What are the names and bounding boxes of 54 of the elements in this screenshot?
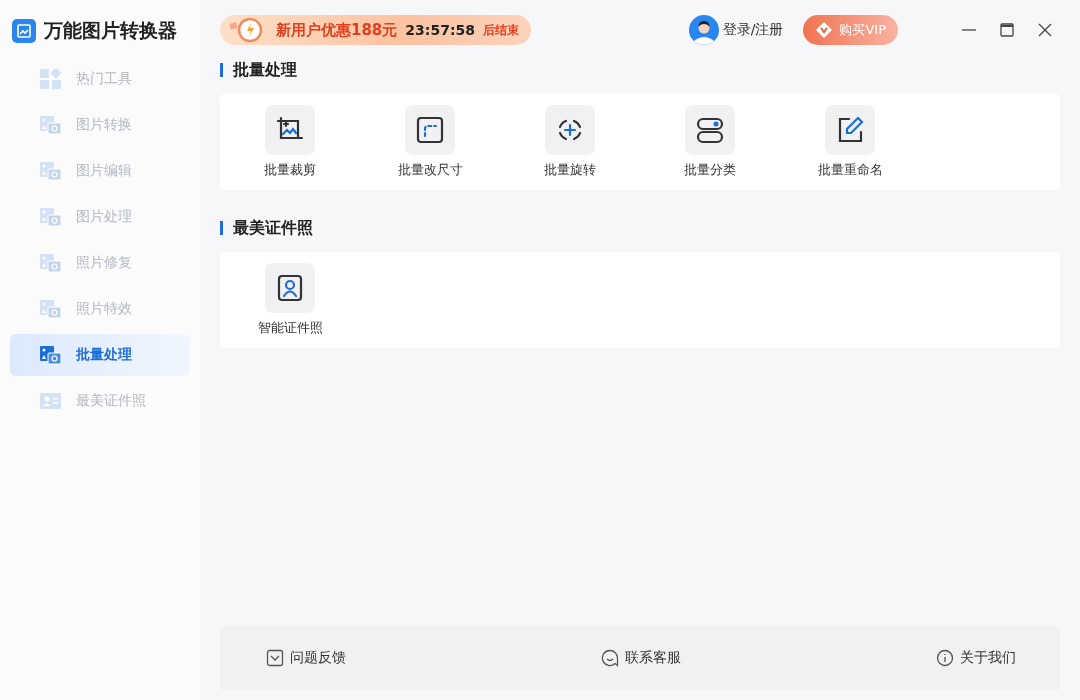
tool-item[interactable]: 批量旋转 [500, 94, 640, 190]
image-icon [40, 299, 62, 319]
app-logo-icon [12, 19, 36, 43]
tool-label: 批量分类 [684, 161, 736, 179]
close-icon [1037, 22, 1053, 38]
image-icon [40, 207, 62, 227]
tool-item[interactable]: 批量改尺寸 [360, 94, 500, 190]
section-title: 最美证件照 [233, 217, 313, 239]
app-title: 万能图片转换器 [44, 18, 177, 43]
footer-link[interactable]: 联系客服 [601, 649, 681, 667]
mail-icon [266, 649, 284, 667]
section-marker [220, 221, 223, 235]
image-icon [40, 253, 62, 273]
tool-item[interactable]: 批量分类 [640, 94, 780, 190]
avatar-icon [688, 15, 719, 45]
image-icon [40, 115, 62, 135]
sidebar-item-label: 图片编辑 [76, 162, 132, 180]
tool-item[interactable]: 批量裁剪 [220, 94, 360, 190]
sidebar-item-label: 热门工具 [76, 70, 132, 88]
footer-link[interactable]: 问题反馈 [266, 649, 346, 667]
id-card-icon [40, 391, 62, 411]
tool-label: 批量旋转 [544, 161, 596, 179]
sidebar-item-label: 最美证件照 [76, 392, 146, 410]
info-icon [936, 649, 954, 667]
toggle-icon [695, 115, 725, 145]
tool-label: 批量改尺寸 [397, 161, 463, 179]
promo-suffix: 后结束 [482, 21, 519, 39]
section-marker [220, 63, 223, 77]
tool-item[interactable]: 批量重命名 [780, 94, 920, 190]
sidebar-item-label: 照片修复 [76, 254, 132, 272]
tool-label: 批量重命名 [817, 161, 883, 179]
promo-text: 新用户优惠188元 [276, 20, 398, 40]
sidebar-item[interactable]: 批量处理 [10, 334, 190, 376]
tool-label: 智能证件照 [257, 319, 323, 337]
grid-icon [40, 69, 62, 89]
sidebar-item-label: 图片转换 [76, 116, 132, 134]
promo-banner[interactable]: 新用户优惠188元 23:57:58 后结束 [220, 15, 531, 45]
tool-item[interactable]: 智能证件照 [220, 252, 360, 348]
v-badge-icon [815, 21, 834, 39]
resize-icon [415, 115, 445, 145]
maximize-icon [999, 22, 1015, 38]
sidebar-item-label: 批量处理 [76, 346, 132, 364]
footer-link[interactable]: 关于我们 [936, 649, 1016, 667]
image-icon [40, 345, 62, 365]
chat-icon [601, 649, 619, 667]
countdown-timer: 23:57:58 [405, 22, 475, 38]
sidebar-item-label: 照片特效 [76, 300, 132, 318]
login-link[interactable]: 登录/注册 [688, 15, 784, 45]
minimize-icon [962, 29, 976, 31]
image-icon [40, 161, 62, 181]
tool-label: 批量裁剪 [264, 161, 316, 179]
portrait-icon [275, 273, 305, 303]
sidebar-item-label: 图片处理 [76, 208, 132, 226]
section-title: 批量处理 [233, 59, 297, 81]
